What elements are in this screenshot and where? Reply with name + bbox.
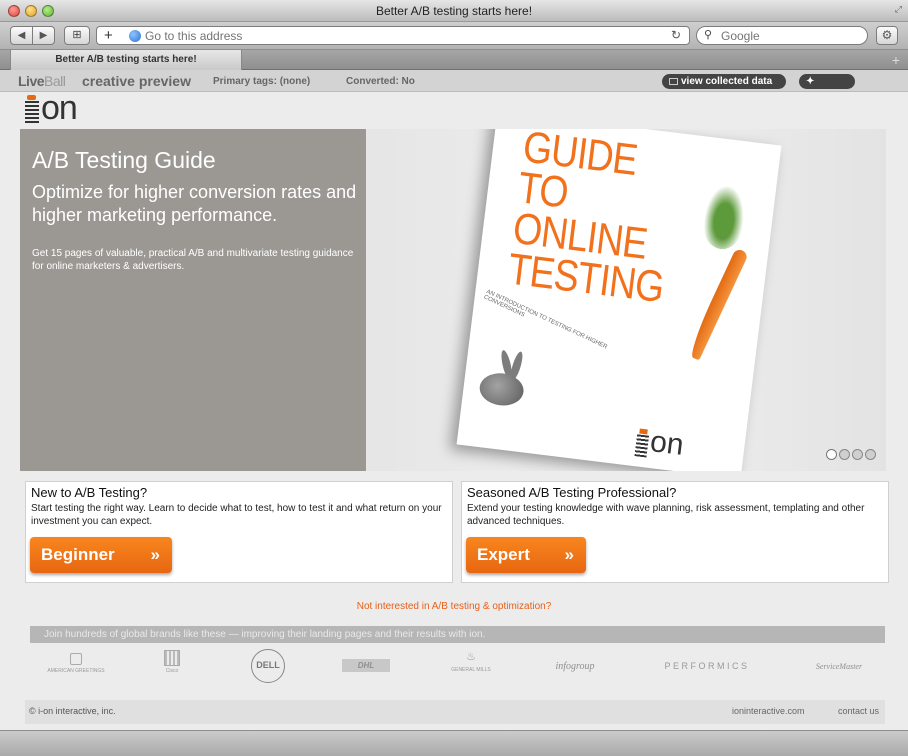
dhl-logo: DHL: [340, 649, 392, 685]
landing-page: on A/B Testing Guide Optimize for higher…: [0, 89, 908, 730]
slide-dot-3[interactable]: [852, 449, 863, 460]
chevron-right-icon: »: [564, 545, 574, 564]
expert-box: Seasoned A/B Testing Professional? Exten…: [461, 481, 889, 583]
beginner-description: Start testing the right way. Learn to de…: [31, 503, 442, 527]
slide-dot-2[interactable]: [839, 449, 850, 460]
hero-banner: A/B Testing Guide Optimize for higher co…: [20, 129, 886, 471]
cisco-logo: Cisco: [152, 649, 192, 685]
search-box[interactable]: ⚲: [696, 26, 868, 45]
contact-link[interactable]: contact us: [838, 706, 879, 716]
hero-title: A/B Testing Guide: [32, 147, 216, 173]
preview-bar: LiveBall creative preview Primary tags: …: [0, 70, 908, 102]
site-link[interactable]: ioninteractive.com: [732, 706, 805, 716]
search-input[interactable]: [721, 28, 861, 43]
back-arrow-icon: ◀: [17, 30, 26, 41]
chevron-right-icon: »: [150, 545, 160, 564]
book-title: GUIDE TO ONLINE TESTING: [505, 129, 667, 313]
window-titlebar: Better A/B testing starts here! ⤢: [0, 0, 908, 22]
restart-button[interactable]: ✦ restart: [799, 74, 855, 102]
new-tab-icon[interactable]: +: [892, 52, 900, 68]
american-greetings-logo: AMERICAN GREETINGS: [40, 649, 112, 685]
back-button[interactable]: ◀: [10, 26, 33, 45]
settings-button[interactable]: ⚙: [876, 26, 898, 45]
window-bottom-bar: [0, 730, 908, 756]
expert-title: Seasoned A/B Testing Professional?: [467, 485, 677, 500]
performics-logo: PERFORMICS: [664, 661, 750, 671]
guide-book-cover: GUIDE TO ONLINE TESTING AN INTRODUCTION …: [456, 129, 782, 471]
globe-icon: [129, 30, 141, 42]
restart-icon: ✦: [806, 76, 815, 87]
browser-toolbar: ◀ ▶ ⊞ + ↻ ⚲ ⚙: [0, 22, 908, 50]
infogroup-logo: infogroup: [555, 661, 595, 672]
beginner-box: New to A/B Testing? Start testing the ri…: [25, 481, 453, 583]
dell-logo: DELL: [248, 649, 288, 685]
slide-dot-1[interactable]: [826, 449, 837, 460]
reload-icon[interactable]: ↻: [671, 27, 681, 44]
beginner-button[interactable]: Beginner »: [30, 537, 172, 573]
forward-arrow-icon: ▶: [39, 30, 48, 41]
beginner-title: New to A/B Testing?: [31, 485, 148, 500]
add-bookmark-icon[interactable]: +: [104, 27, 113, 44]
address-bar[interactable]: + ↻: [96, 26, 690, 45]
hero-subtitle: Optimize for higher conversion rates and…: [32, 182, 357, 225]
primary-tags-text: Primary tags: (none): [213, 76, 311, 87]
converted-status: Converted: No: [346, 76, 415, 87]
copyright-text: © i-on interactive, inc.: [29, 706, 116, 716]
carrot-icon: [686, 247, 749, 361]
rabbit-icon: [474, 347, 536, 409]
view-collected-data-button[interactable]: view collected data: [662, 74, 786, 89]
data-icon: [669, 78, 678, 85]
tab-current[interactable]: Better A/B testing starts here!: [10, 50, 242, 70]
liveball-logo: LiveBall: [18, 73, 66, 89]
page-footer: © i-on interactive, inc. ioninteractive.…: [25, 700, 885, 724]
gear-icon: ⚙: [881, 28, 893, 42]
forward-button[interactable]: ▶: [32, 26, 55, 45]
not-interested-link[interactable]: Not interested in A/B testing & optimiza…: [0, 601, 908, 612]
tab-bar: Better A/B testing starts here! +: [0, 50, 908, 70]
ion-logo[interactable]: on: [25, 89, 105, 127]
open-book-icon: ⊞: [72, 29, 82, 41]
slide-indicators: [826, 447, 878, 465]
hero-text-panel: A/B Testing Guide Optimize for higher co…: [20, 129, 366, 471]
resize-icon[interactable]: ⤢: [895, 4, 902, 15]
search-icon: ⚲: [704, 29, 713, 41]
creative-preview-label: creative preview: [82, 73, 191, 89]
expert-button[interactable]: Expert »: [466, 537, 586, 573]
servicemaster-logo: ServiceMaster: [815, 662, 863, 671]
carrot-greens-icon: [697, 176, 752, 252]
slide-dot-4[interactable]: [865, 449, 876, 460]
brands-banner: Join hundreds of global brands like thes…: [30, 626, 885, 643]
bookmarks-button[interactable]: ⊞: [64, 26, 90, 45]
book-ion-logo: on: [634, 425, 707, 466]
brand-logos: AMERICAN GREETINGS Cisco DELL DHL ♨ GENER…: [30, 649, 885, 685]
window-title: Better A/B testing starts here!: [375, 4, 533, 18]
expert-description: Extend your testing knowledge with wave …: [467, 503, 865, 527]
hero-description: Get 15 pages of valuable, practical A/B …: [32, 248, 354, 272]
general-mills-logo: ♨ GENERAL MILLS: [451, 651, 491, 673]
address-input[interactable]: [145, 28, 615, 43]
